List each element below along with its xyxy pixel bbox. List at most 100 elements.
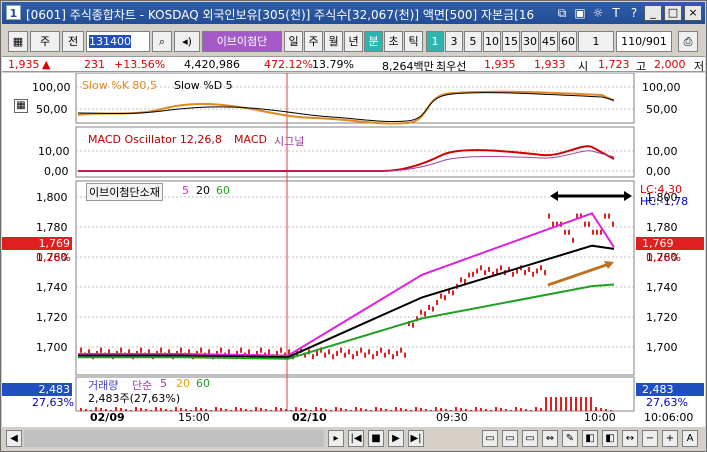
volume-bar bbox=[575, 397, 577, 411]
tool-4-icon[interactable]: ⇔ bbox=[542, 430, 558, 447]
volume-bar bbox=[490, 410, 492, 411]
code-input[interactable]: 131400 bbox=[86, 31, 150, 52]
stoch-tick-100-r: 100,00 bbox=[642, 81, 681, 94]
volume-bar bbox=[530, 410, 532, 411]
zoom-plus-icon[interactable]: + bbox=[662, 430, 678, 447]
price-tick-3-l: 1,740 bbox=[36, 281, 68, 294]
print-icon[interactable]: ⎙ bbox=[678, 31, 698, 52]
period-tab-5[interactable]: 초 bbox=[384, 31, 403, 52]
period-tab-0[interactable]: 일 bbox=[284, 31, 303, 52]
layout-icon[interactable]: ▦ bbox=[8, 31, 28, 52]
candle bbox=[608, 213, 610, 219]
xaxis-label-1: 15:00 bbox=[178, 411, 210, 424]
open-label: 시 bbox=[578, 60, 589, 73]
tool-3-icon[interactable]: ▭ bbox=[522, 430, 538, 447]
first-icon[interactable]: |◀ bbox=[348, 430, 364, 447]
tool-6-icon[interactable]: ◧ bbox=[582, 430, 598, 447]
minute-tab-2[interactable]: 5 bbox=[464, 31, 482, 52]
status: 최우선 bbox=[436, 60, 467, 73]
ma60-label: 60 bbox=[216, 184, 230, 197]
period-tab-6[interactable]: 틱 bbox=[404, 31, 423, 52]
maximize-icon[interactable]: ▣ bbox=[572, 5, 588, 21]
gear-icon[interactable]: ☼ bbox=[590, 5, 606, 21]
change-value: 231 bbox=[84, 58, 105, 71]
chart-area[interactable]: Slow %K 80,5 Slow %D 5 100,00 50,00 100,… bbox=[2, 72, 705, 427]
speaker-icon[interactable]: ◂) bbox=[174, 31, 200, 52]
scroll-bar: ◀ ▸ |◀ ■ ▶ ▶| ▭ ▭ ▭ ⇔ ✎ ◧ ◧ ↔ − + A bbox=[2, 429, 705, 449]
candle bbox=[420, 309, 422, 315]
candle bbox=[604, 213, 606, 219]
volume-bar bbox=[420, 408, 422, 411]
restore-icon[interactable]: ⧉ bbox=[554, 5, 570, 21]
volume-bar bbox=[350, 410, 352, 411]
text-icon[interactable]: T bbox=[608, 5, 624, 21]
vol-ma60-label: 60 bbox=[196, 377, 210, 390]
count-field[interactable]: 110/901 bbox=[616, 31, 672, 52]
volume-bar bbox=[385, 409, 387, 411]
period-select[interactable]: 전 bbox=[62, 31, 84, 52]
tool-2-icon[interactable]: ▭ bbox=[502, 430, 518, 447]
stoch-tick-50-r: 50,00 bbox=[646, 103, 678, 116]
volume-bar bbox=[210, 410, 212, 411]
tool-7-icon[interactable]: ◧ bbox=[602, 430, 618, 447]
zoom-out-icon[interactable]: ▸ bbox=[328, 430, 344, 447]
scroll-track[interactable] bbox=[24, 430, 324, 447]
volume-pct-tag-r: 27,63% bbox=[646, 396, 688, 409]
zoom-minus-icon[interactable]: − bbox=[642, 430, 658, 447]
market-select[interactable]: 주 bbox=[30, 31, 60, 52]
tool-5-icon[interactable]: ✎ bbox=[562, 430, 578, 447]
volume-bar bbox=[390, 410, 392, 411]
price-series-label[interactable]: 이브이첨단소재 bbox=[86, 183, 163, 201]
volume-bar bbox=[380, 408, 382, 411]
xaxis-label-4: 10:00 bbox=[584, 411, 616, 424]
minute-tab-5[interactable]: 30 bbox=[521, 31, 539, 52]
period-tab-4[interactable]: 분 bbox=[364, 31, 383, 52]
candle bbox=[536, 268, 538, 274]
volume-bar bbox=[505, 409, 507, 411]
candle bbox=[444, 295, 446, 301]
play-icon[interactable]: ▶ bbox=[388, 430, 404, 447]
tool-8-icon[interactable]: ↔ bbox=[622, 430, 638, 447]
volume-ratio: 472.12% bbox=[264, 58, 313, 71]
ma5-label: 5 bbox=[182, 184, 189, 197]
last-icon[interactable]: ▶| bbox=[408, 430, 424, 447]
minimize-button[interactable]: _ bbox=[644, 5, 662, 21]
minute-tab-4[interactable]: 15 bbox=[502, 31, 520, 52]
candle bbox=[356, 350, 358, 356]
minute-tab-3[interactable]: 10 bbox=[483, 31, 501, 52]
candle bbox=[468, 272, 470, 278]
period-tab-1[interactable]: 주 bbox=[304, 31, 323, 52]
minute-tab-6[interactable]: 45 bbox=[540, 31, 558, 52]
minute-tab-0[interactable]: 1 bbox=[426, 31, 444, 52]
volume-bar bbox=[175, 407, 177, 411]
stoch-tick-100: 100,00 bbox=[32, 81, 71, 94]
candle bbox=[452, 290, 454, 296]
volume-bar bbox=[565, 397, 567, 411]
trend-arrow bbox=[547, 261, 613, 287]
stop-icon[interactable]: ■ bbox=[368, 430, 384, 447]
candle bbox=[228, 349, 230, 355]
stock-name[interactable]: 이브이첨단 bbox=[202, 31, 282, 52]
grid-icon[interactable]: ▦ bbox=[14, 99, 28, 113]
candle bbox=[180, 347, 182, 353]
volume-bar bbox=[250, 410, 252, 411]
period-tab-2[interactable]: 월 bbox=[324, 31, 343, 52]
unit-select[interactable]: 1 bbox=[578, 31, 614, 52]
minute-tab-1[interactable]: 3 bbox=[445, 31, 463, 52]
period-tab-3[interactable]: 년 bbox=[344, 31, 363, 52]
volume-bar bbox=[500, 408, 502, 411]
search-icon[interactable]: ⌕ bbox=[152, 31, 172, 52]
help-icon[interactable]: ? bbox=[626, 5, 642, 21]
candle bbox=[472, 271, 474, 277]
scroll-left-icon[interactable]: ◀ bbox=[6, 430, 22, 447]
maximize-button[interactable]: □ bbox=[664, 5, 682, 21]
candle bbox=[432, 306, 434, 312]
close-button[interactable]: × bbox=[684, 5, 702, 21]
candle bbox=[240, 347, 242, 353]
tool-1-icon[interactable]: ▭ bbox=[482, 430, 498, 447]
volume-bar bbox=[140, 408, 142, 411]
minute-tab-7[interactable]: 60 bbox=[559, 31, 577, 52]
price-tick-4-l: 1,720 bbox=[36, 311, 68, 324]
font-size-icon[interactable]: A bbox=[682, 430, 698, 447]
candle bbox=[388, 349, 390, 355]
